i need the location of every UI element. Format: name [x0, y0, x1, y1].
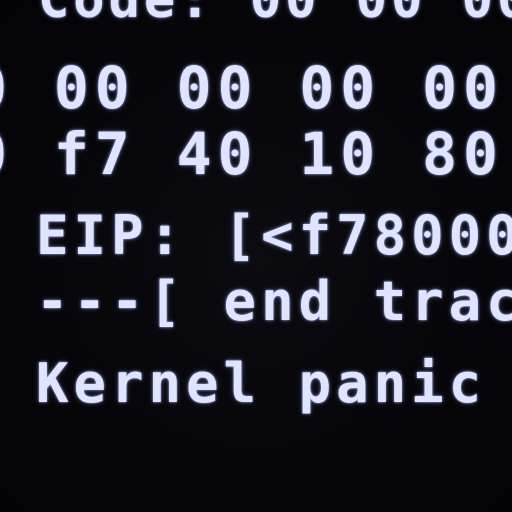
console-screen: Code: 00 00 00 0 00 00 00 00 00 0 f7 40 …	[0, 0, 512, 512]
console-line-eip: EIP: [<f780000	[36, 204, 512, 267]
console-line-code: Code: 00 00 00	[38, 0, 512, 30]
console-line-hex-1: 0 00 00 00 00 00	[0, 54, 504, 122]
console-line-kernel-panic: Kernel panic -	[36, 352, 512, 415]
console-line-hex-2: 0 f7 40 10 80 f	[0, 120, 504, 188]
console-line-end-trace: ---[ end trace	[36, 270, 512, 333]
